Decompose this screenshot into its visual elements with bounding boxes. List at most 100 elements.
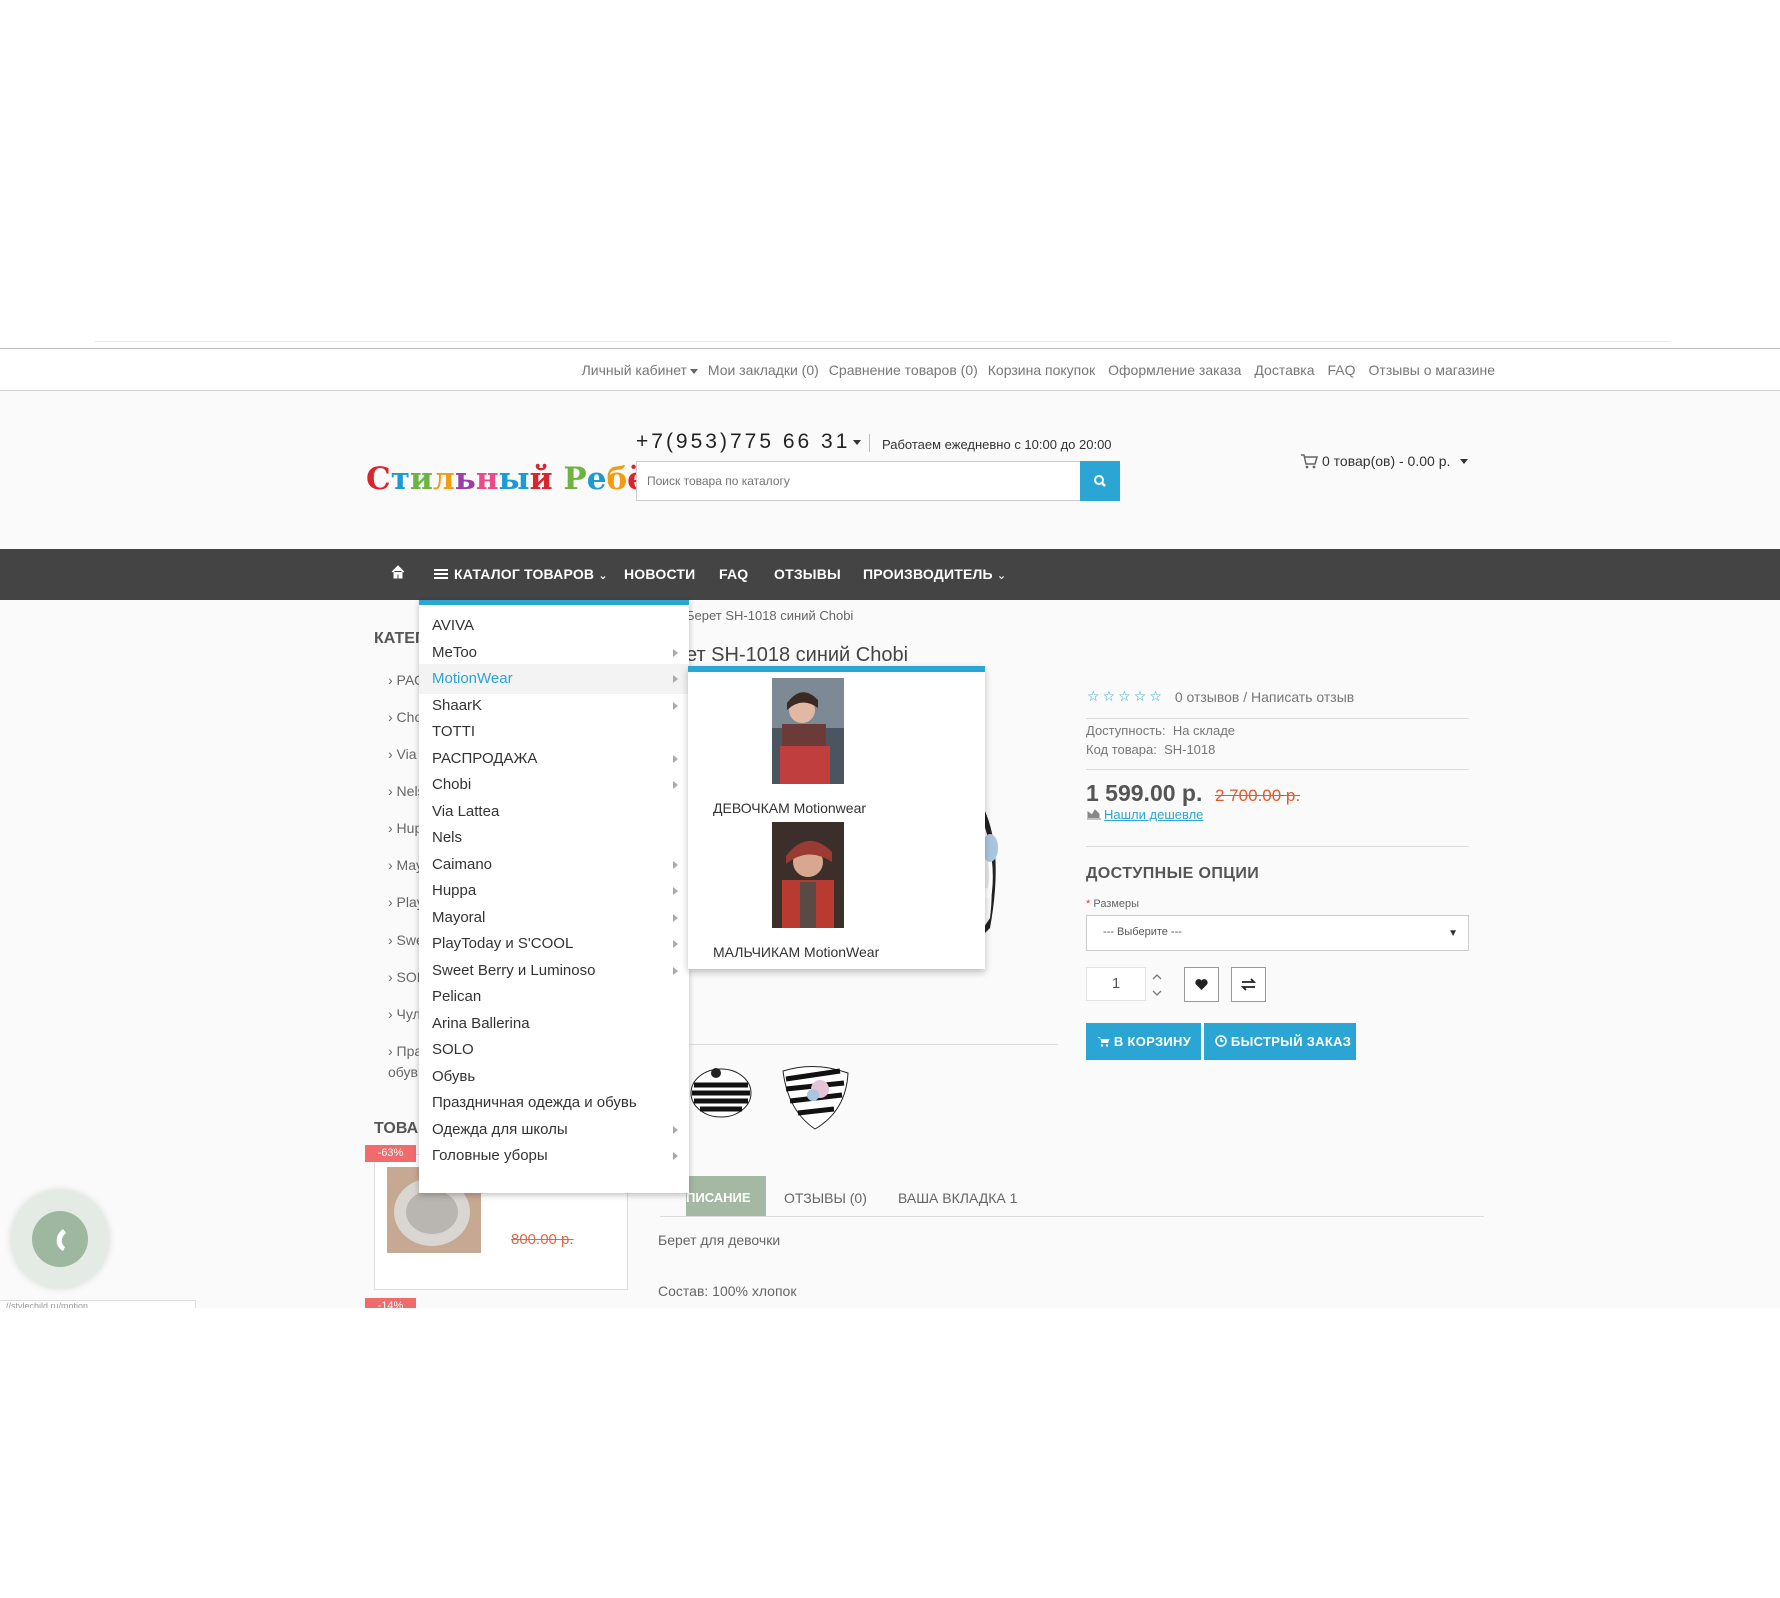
bookmarks-link[interactable]: Мои закладки (0) — [708, 362, 819, 378]
add-to-cart-button[interactable]: В КОРЗИНУ — [1086, 1023, 1201, 1060]
checkout-link[interactable]: Оформление заказа — [1108, 362, 1241, 378]
thumbnail-2[interactable] — [780, 1061, 849, 1130]
thumbnail-1[interactable] — [688, 1061, 754, 1121]
callback-button[interactable] — [32, 1211, 88, 1267]
tab-reviews[interactable]: ОТЗЫВЫ (0) — [784, 1190, 867, 1206]
catalog-menu-item[interactable]: AVIVA — [419, 611, 689, 641]
chevron-right-icon — [673, 1152, 678, 1160]
catalog-menu-item[interactable]: PlayToday и S'COOL — [419, 929, 689, 959]
store-reviews-link[interactable]: Отзывы о магазине — [1369, 362, 1495, 378]
nav-home[interactable] — [390, 564, 406, 583]
catalog-menu-item[interactable]: Arina Ballerina — [419, 1009, 689, 1039]
catalog-menu-item[interactable]: Праздничная одежда и обувь — [419, 1088, 689, 1118]
sidebar-item[interactable]: › Чул — [388, 1006, 421, 1022]
sidebar-item[interactable]: › Cho — [388, 709, 422, 725]
breadcrumb[interactable]: Берет SH-1018 синий Chobi — [686, 608, 853, 623]
catalog-menu-item-label: Chobi — [432, 776, 472, 793]
phone-text: +7(953)775 66 31 — [636, 430, 851, 453]
search-box — [636, 461, 1120, 501]
star-icon[interactable]: ☆ — [1118, 688, 1131, 704]
account-link[interactable]: Личный кабинет — [582, 362, 698, 378]
catalog-menu-item[interactable]: Обувь — [419, 1062, 689, 1092]
quantity-input[interactable]: 1 — [1086, 967, 1146, 1001]
catalog-menu-item[interactable]: Via Lattea — [419, 797, 689, 827]
search-icon — [1094, 475, 1106, 487]
faq-link[interactable]: FAQ — [1328, 362, 1356, 378]
compare-link[interactable]: Сравнение товаров (0) — [829, 362, 978, 378]
catalog-menu-item-label: Nels — [432, 829, 463, 846]
tab-custom[interactable]: ВАША ВКЛАДКА 1 — [898, 1190, 1017, 1206]
catalog-menu-item-label: Via Lattea — [432, 802, 500, 820]
logo-letter: б — [606, 461, 628, 497]
chevron-down-icon: ⌄ — [996, 570, 1007, 582]
catalog-menu-item[interactable]: SOLO — [419, 1035, 689, 1065]
top-links-bar: Личный кабинет Мои закладки (0) Сравнени… — [0, 348, 1780, 391]
catalog-menu-item[interactable]: Chobi — [419, 770, 689, 800]
tab-description[interactable]: ПИСАНИЕ — [686, 1176, 766, 1217]
catalog-menu-item[interactable]: Huppa — [419, 876, 689, 906]
catalog-menu-item-label: Arina Ballerina — [432, 1014, 530, 1032]
nav-catalog[interactable]: КАТАЛОГ ТОВАРОВ ⌄ — [434, 566, 608, 582]
catalog-menu-item[interactable]: Pelican — [419, 982, 689, 1012]
chevron-right-icon — [673, 940, 678, 948]
logo-letter: Р — [563, 461, 587, 497]
catalog-menu-item[interactable]: Nels — [419, 823, 689, 853]
sidebar-item[interactable]: › Hup — [388, 820, 422, 836]
boys-category-image[interactable] — [772, 822, 844, 928]
sizes-label: * Размеры — [1086, 898, 1139, 910]
search-button[interactable] — [1080, 461, 1120, 501]
nav-news[interactable]: НОВОСТИ — [624, 566, 695, 582]
cart-link[interactable]: Корзина покупок — [988, 362, 1095, 378]
star-icon[interactable]: ☆ — [1087, 688, 1100, 704]
clock-icon — [1215, 1035, 1227, 1047]
compare-button[interactable] — [1231, 967, 1266, 1002]
submenu-girls-link[interactable]: ДЕВОЧКАМ Motionwear — [713, 800, 866, 816]
chevron-right-icon — [673, 754, 678, 763]
catalog-menu-item[interactable]: TOTTI — [419, 717, 689, 747]
cart-button[interactable]: 0 товар(ов) - 0.00 р. — [1300, 453, 1469, 469]
chevron-right-icon — [673, 966, 678, 975]
star-icon[interactable]: ☆ — [1149, 688, 1162, 704]
star-icon[interactable]: ☆ — [1103, 688, 1116, 704]
site-viewport: Личный кабинет Мои закладки (0) Сравнени… — [0, 348, 1780, 1308]
reviews-link[interactable]: 0 отзывов / Написать отзыв — [1175, 689, 1354, 705]
sidebar-item[interactable]: › Пра — [388, 1043, 422, 1059]
quick-order-button[interactable]: БЫСТРЫЙ ЗАКАЗ — [1204, 1023, 1356, 1060]
sidebar-item[interactable]: › Via — [388, 746, 417, 762]
catalog-menu-item[interactable]: Головные уборы — [419, 1141, 689, 1171]
catalog-menu-item[interactable]: Mayoral — [419, 903, 689, 933]
logo-letter: т — [390, 461, 410, 497]
catalog-menu-item[interactable]: РАСПРОДАЖА — [419, 744, 689, 774]
submenu-boys-link[interactable]: МАЛЬЧИКАМ MotionWear — [713, 944, 879, 960]
product-price: 1 599.00 р. — [1086, 780, 1203, 806]
girls-category-image[interactable] — [772, 678, 844, 784]
star-icon[interactable]: ☆ — [1134, 688, 1147, 704]
nav-faq[interactable]: FAQ — [719, 566, 748, 582]
chevron-right-icon — [673, 913, 678, 922]
catalog-menu-item[interactable]: Caimano — [419, 850, 689, 880]
sizes-select[interactable]: --- Выберите --- ▼ — [1086, 915, 1469, 951]
catalog-menu-item[interactable]: MeToo — [419, 638, 689, 668]
nav-manufacturer[interactable]: ПРОИЗВОДИТЕЛЬ ⌄ — [863, 566, 1006, 582]
quantity-stepper[interactable] — [1146, 967, 1168, 1001]
delivery-link[interactable]: Доставка — [1254, 362, 1314, 378]
catalog-menu-item[interactable]: MotionWear — [419, 664, 689, 694]
availability-label: Доступность: — [1086, 723, 1166, 738]
sidebar-item[interactable]: обув — [388, 1064, 418, 1080]
chevron-right-icon — [673, 860, 678, 869]
catalog-menu-item[interactable]: ShaarK — [419, 691, 689, 721]
search-input[interactable] — [637, 462, 1069, 500]
working-hours: Работаем ежедневно с 10:00 до 20:00 — [882, 437, 1112, 452]
wishlist-button[interactable] — [1184, 967, 1219, 1002]
catalog-menu-item[interactable]: Sweet Berry и Luminoso — [419, 956, 689, 986]
nav-catalog-label: КАТАЛОГ ТОВАРОВ — [454, 566, 595, 582]
nav-reviews[interactable]: ОТЗЫВЫ — [774, 566, 841, 582]
description-line: Состав: 100% хлопок — [658, 1283, 797, 1299]
found-cheaper-link[interactable]: Нашли дешевле — [1086, 807, 1203, 822]
chevron-right-icon — [673, 781, 678, 789]
phone-number[interactable]: +7(953)775 66 31 — [636, 430, 862, 454]
catalog-menu-item[interactable]: Одежда для школы — [419, 1115, 689, 1145]
page: Личный кабинет Мои закладки (0) Сравнени… — [0, 0, 1780, 1598]
catalog-menu-item-label: Праздничная одежда и обувь — [432, 1094, 637, 1111]
sidebar-item[interactable]: › May — [388, 857, 423, 873]
